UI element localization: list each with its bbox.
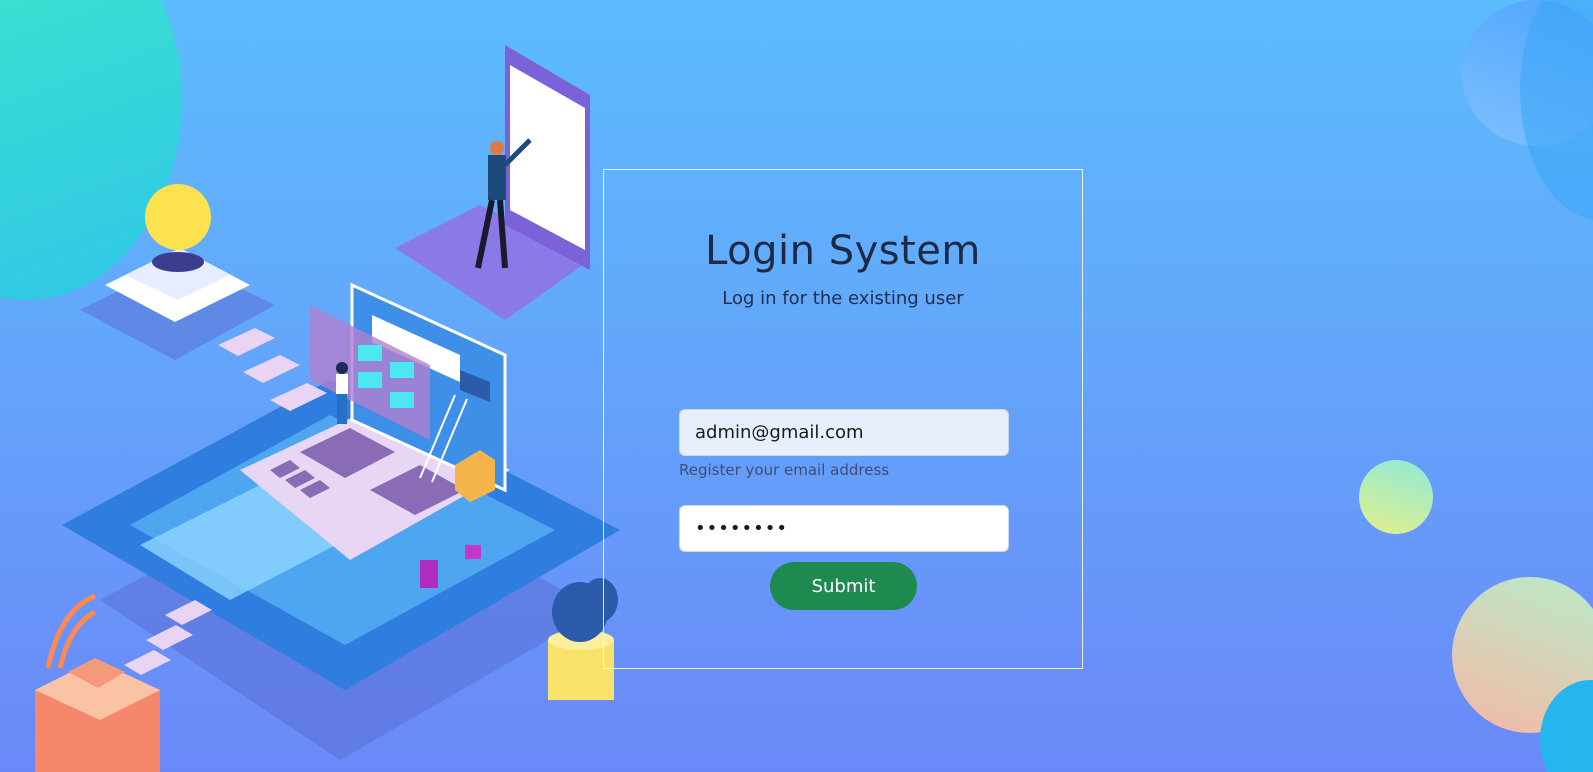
page-subtitle: Log in for the existing user	[722, 288, 964, 309]
decorative-circle-green	[1359, 460, 1433, 534]
isometric-illustration	[35, 45, 620, 772]
login-card: Login System Log in for the existing use…	[603, 169, 1083, 669]
page-title: Login System	[705, 228, 981, 274]
email-field[interactable]	[679, 409, 1009, 456]
password-field[interactable]	[679, 505, 1009, 552]
decorative-circle-right-edge	[1520, 0, 1593, 220]
submit-button[interactable]: Submit	[770, 562, 917, 610]
email-help-text: Register your email address	[679, 461, 890, 479]
